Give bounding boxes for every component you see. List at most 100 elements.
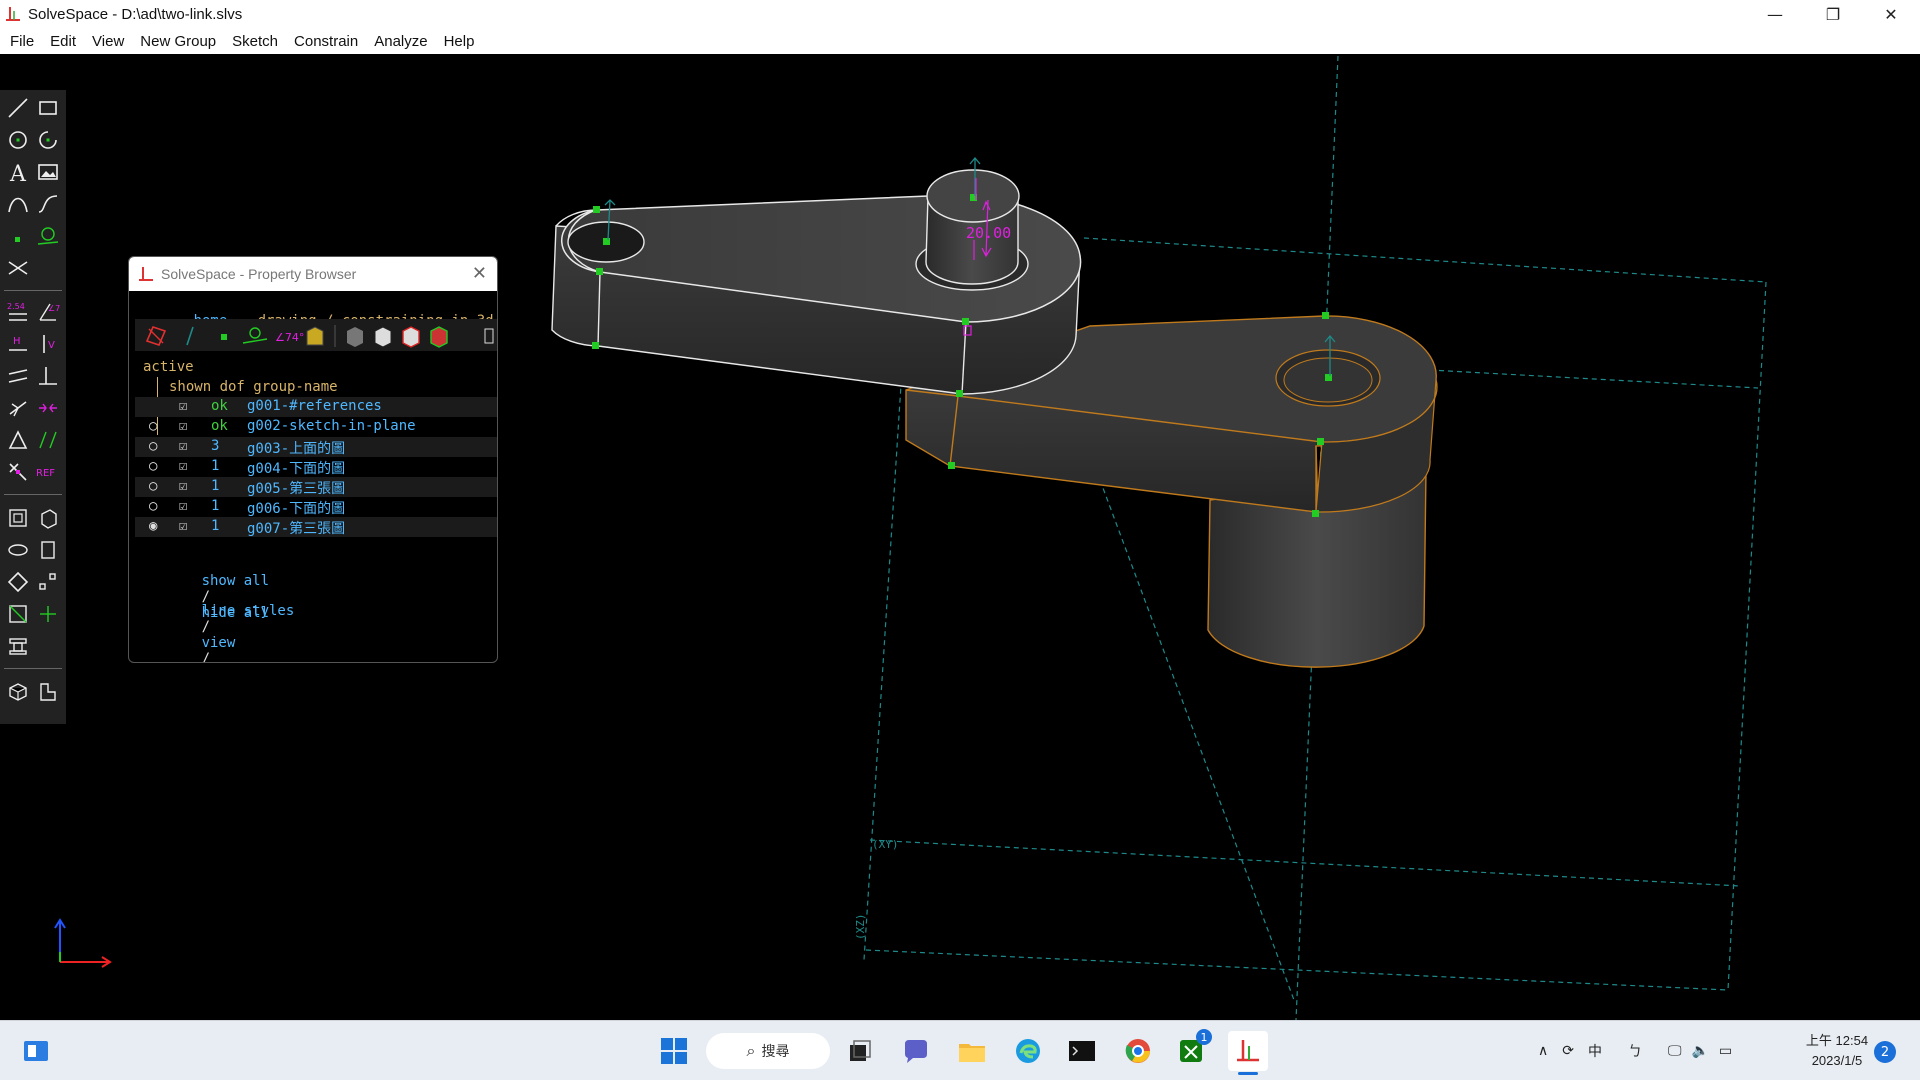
show-faces-icon[interactable] xyxy=(306,326,324,346)
show-construction-icon[interactable] xyxy=(242,327,268,344)
widgets-button[interactable] xyxy=(16,1031,56,1071)
arc-tool[interactable] xyxy=(34,126,62,154)
symmetric-constraint-tool[interactable] xyxy=(34,394,62,422)
midpoint-constraint-tool[interactable] xyxy=(34,426,62,454)
group-row[interactable]: ○ ☑ 1 g005-第三張圖 xyxy=(135,477,497,498)
notification-badge[interactable]: 2 xyxy=(1874,1041,1896,1063)
show-edges-icon[interactable] xyxy=(374,326,392,348)
split-curves-tool[interactable] xyxy=(4,254,32,282)
line-styles-link[interactable]: line styles xyxy=(202,603,295,619)
other-constraint-tool[interactable] xyxy=(4,458,32,486)
activate-group-radio[interactable]: ○ xyxy=(149,478,157,494)
dimension-label[interactable]: 20.00 xyxy=(966,224,1011,242)
group-name-link[interactable]: g003-上面的圖 xyxy=(247,438,345,458)
group-name-link[interactable]: g006-下面的圖 xyxy=(247,498,345,518)
show-workplanes-icon[interactable] xyxy=(145,326,167,346)
task-view-button[interactable] xyxy=(840,1031,880,1071)
parallel-constraint-tool[interactable] xyxy=(4,362,32,390)
file-explorer-button[interactable] xyxy=(952,1031,992,1071)
menu-edit[interactable]: Edit xyxy=(42,33,84,50)
point-tool[interactable] xyxy=(4,222,32,250)
activate-group-radio[interactable]: ○ xyxy=(149,458,157,474)
equal-constraint-tool[interactable] xyxy=(4,426,32,454)
taskbar-search-box[interactable]: ⌕ 搜尋 xyxy=(706,1033,830,1069)
group-shown-checkbox[interactable]: ☑ xyxy=(179,478,187,494)
group-shown-checkbox[interactable]: ☑ xyxy=(179,398,187,414)
minimize-button[interactable]: — xyxy=(1746,0,1804,28)
distance-constraint-tool[interactable]: 2.54 xyxy=(4,298,32,326)
close-window-button[interactable]: ✕ xyxy=(1862,0,1920,28)
show-mesh-icon[interactable] xyxy=(430,326,448,348)
group-name-link[interactable]: g005-第三張圖 xyxy=(247,478,345,498)
group-name-link[interactable]: g007-第三張圖 xyxy=(247,518,345,538)
activate-group-radio[interactable]: ○ xyxy=(149,498,157,514)
menu-analyze[interactable]: Analyze xyxy=(366,33,435,50)
perpendicular-constraint-tool[interactable] xyxy=(34,362,62,390)
rectangle-tool[interactable] xyxy=(34,94,62,122)
edge-browser-button[interactable] xyxy=(1008,1031,1048,1071)
tangent-constraint-tool[interactable] xyxy=(4,394,32,422)
view-link[interactable]: view xyxy=(202,635,236,651)
angle-constraint-tool[interactable]: ∠74° xyxy=(34,298,62,326)
group-name-link[interactable]: g004-下面的圖 xyxy=(247,458,345,478)
text-tool[interactable]: A xyxy=(4,158,32,186)
sketch-in-3d-tool[interactable] xyxy=(4,600,32,628)
lathe-tool[interactable] xyxy=(4,536,32,564)
group-shown-checkbox[interactable]: ☑ xyxy=(179,498,187,514)
workplane-tool[interactable] xyxy=(4,504,32,532)
taskbar-clock[interactable]: 上午 12:54 2023/1/5 xyxy=(1792,1031,1882,1071)
group-shown-checkbox[interactable]: ☑ xyxy=(179,458,187,474)
group-row[interactable]: ○ ☑ ok g002-sketch-in-plane xyxy=(135,417,497,437)
circle-tool[interactable] xyxy=(4,126,32,154)
chrome-button[interactable] xyxy=(1118,1031,1158,1071)
show-outlines-icon[interactable] xyxy=(402,326,420,348)
activate-group-radio[interactable]: ○ xyxy=(149,438,157,454)
group-row[interactable]: ○ ☑ 3 g003-上面的圖 xyxy=(135,437,497,458)
ime-indicator[interactable]: 中 xyxy=(1588,1041,1602,1061)
upper-link-body[interactable] xyxy=(551,169,1082,395)
group-row[interactable]: ☑ ok g001-#references xyxy=(135,397,497,417)
group-shown-checkbox[interactable]: ☑ xyxy=(179,518,187,534)
group-row[interactable]: ○ ☑ 1 g006-下面的圖 xyxy=(135,497,497,518)
close-property-browser-button[interactable]: ✕ xyxy=(472,263,487,284)
menu-file[interactable]: File xyxy=(2,33,42,50)
network-icon[interactable]: 🖵 xyxy=(1668,1043,1682,1059)
solvespace-taskbar-button[interactable] xyxy=(1228,1031,1268,1075)
assemble-tool[interactable] xyxy=(4,632,32,660)
graphics-viewport[interactable]: (XY) (XZ) 20.00 A 2.54 ∠7 H V REF SolveS… xyxy=(0,54,1920,1020)
step-rotating-tool[interactable] xyxy=(4,568,32,596)
menu-sketch[interactable]: Sketch xyxy=(224,33,286,50)
menu-help[interactable]: Help xyxy=(436,33,483,50)
sync-icon[interactable]: ⟳ xyxy=(1562,1043,1574,1059)
group-row[interactable]: ○ ☑ 1 g004-下面的圖 xyxy=(135,457,497,478)
vertical-constraint-tool[interactable]: V xyxy=(34,330,62,358)
volume-icon[interactable]: 🔈 xyxy=(1691,1043,1708,1059)
start-button[interactable] xyxy=(654,1031,694,1071)
bezier-tool[interactable] xyxy=(4,190,32,218)
group-shown-checkbox[interactable]: ☑ xyxy=(179,438,187,454)
group-row[interactable]: ◉ ☑ 1 g007-第三張圖 xyxy=(135,517,497,538)
restore-button[interactable]: ❐ xyxy=(1804,0,1862,28)
nearest-isometric-view-tool[interactable] xyxy=(4,678,32,706)
chat-button[interactable] xyxy=(896,1031,936,1071)
group-shown-checkbox[interactable]: ☑ xyxy=(179,418,187,434)
step-translating-tool[interactable] xyxy=(34,568,62,596)
image-tool[interactable] xyxy=(34,158,62,186)
line-tool[interactable] xyxy=(4,94,32,122)
show-hidden-icons-chevron-icon[interactable]: ∧ xyxy=(1538,1043,1548,1059)
link-tool[interactable] xyxy=(34,600,62,628)
show-normals-icon[interactable] xyxy=(186,326,194,346)
terminal-button[interactable] xyxy=(1062,1031,1102,1071)
group-name-link[interactable]: g002-sketch-in-plane xyxy=(247,418,416,434)
horizontal-constraint-tool[interactable]: H xyxy=(4,330,32,358)
show-shaded-icon[interactable] xyxy=(347,327,363,347)
input-mode-icon[interactable]: ㄅ xyxy=(1628,1041,1642,1061)
extrude-tool[interactable] xyxy=(34,504,62,532)
battery-icon[interactable]: ▭ xyxy=(1719,1043,1732,1059)
menu-new-group[interactable]: New Group xyxy=(132,33,224,50)
activate-group-radio[interactable]: ○ xyxy=(149,418,157,434)
align-view-to-workplane-tool[interactable] xyxy=(34,678,62,706)
helix-tool[interactable] xyxy=(34,536,62,564)
activate-group-radio[interactable]: ◉ xyxy=(149,518,157,534)
spline-tool[interactable] xyxy=(34,190,62,218)
